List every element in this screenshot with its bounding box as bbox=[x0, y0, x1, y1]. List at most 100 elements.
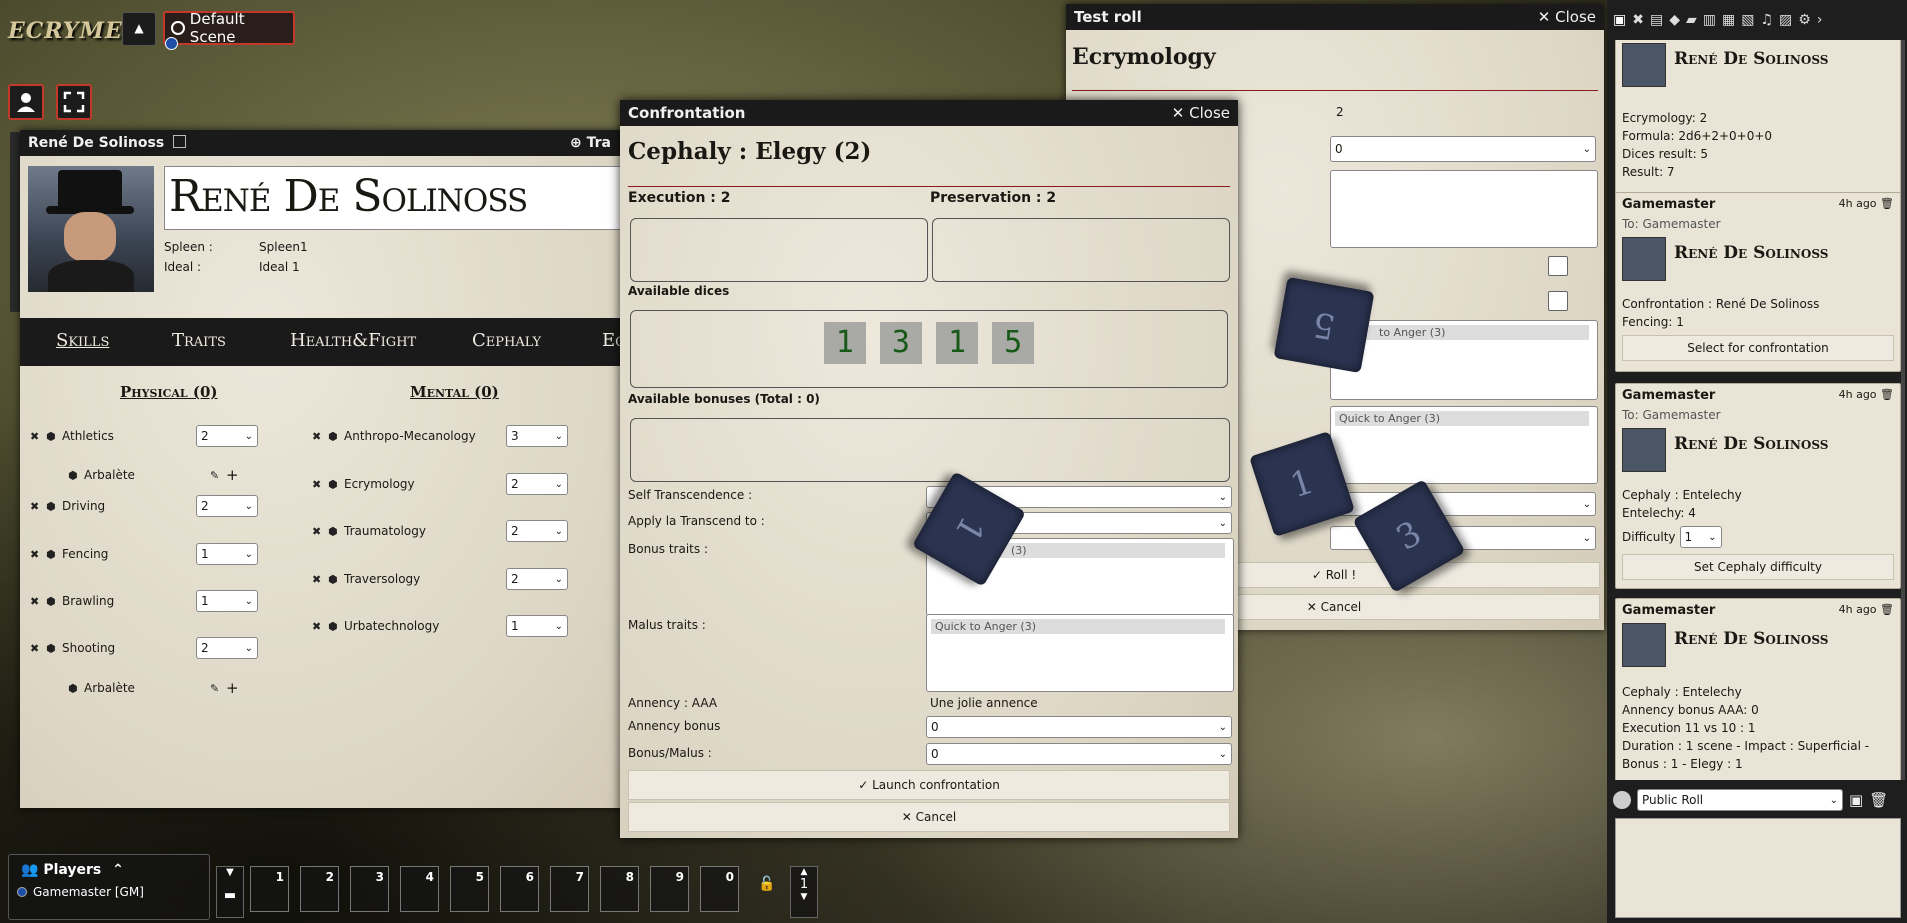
delete-skill-icon[interactable]: ✖ bbox=[30, 430, 46, 443]
roll-dice-icon[interactable]: ⬢ bbox=[328, 525, 344, 538]
roll-dice-icon[interactable]: ⬢ bbox=[328, 573, 344, 586]
sheet-window-header[interactable]: René De Solinoss ⊕ Tra bbox=[20, 130, 630, 156]
skill-level-select[interactable]: 2 ⌄ bbox=[506, 568, 568, 590]
dice-chip[interactable]: 5 bbox=[992, 322, 1035, 364]
macro-slot[interactable]: 9 bbox=[650, 866, 689, 912]
skill-name[interactable]: Urbatechnology bbox=[344, 619, 506, 633]
actors-icon[interactable]: ◆ bbox=[1669, 12, 1680, 28]
skill-name[interactable]: Anthropo-Mecanology bbox=[344, 429, 506, 443]
add-icon[interactable]: + bbox=[226, 466, 239, 484]
items-icon[interactable]: ▰ bbox=[1686, 12, 1697, 28]
roll-dice-icon[interactable]: ⬢ bbox=[68, 682, 84, 695]
launch-confrontation-button[interactable]: ✓ Launch confrontation bbox=[628, 770, 1230, 800]
delete-skill-icon[interactable]: ✖ bbox=[312, 573, 328, 586]
roll-dice-icon[interactable]: ⬢ bbox=[328, 620, 344, 633]
skill-name[interactable]: Shooting bbox=[62, 641, 196, 655]
skill-level-select[interactable]: 2 ⌄ bbox=[506, 473, 568, 495]
trash-icon[interactable]: 🗑 bbox=[1880, 388, 1894, 401]
character-name-field[interactable]: René De Solinoss bbox=[164, 166, 630, 230]
dice-icon[interactable] bbox=[1613, 791, 1631, 809]
roll-dice-icon[interactable]: ⬢ bbox=[46, 500, 62, 513]
set-cephaly-difficulty-button[interactable]: Set Cephaly difficulty bbox=[1622, 554, 1894, 580]
roll-dice-icon[interactable]: ⬢ bbox=[46, 595, 62, 608]
skill-level-select[interactable]: 1 ⌄ bbox=[506, 615, 568, 637]
tab-skills[interactable]: Skills bbox=[56, 330, 109, 351]
delete-skill-icon[interactable]: ✖ bbox=[30, 548, 46, 561]
macro-slot[interactable]: 2 bbox=[300, 866, 339, 912]
cards-icon[interactable]: ▧ bbox=[1741, 12, 1754, 28]
skill-level-select[interactable]: 1 ⌄ bbox=[196, 590, 258, 612]
select-for-confrontation-button[interactable]: Select for confrontation bbox=[1622, 335, 1894, 361]
roll-dice-icon[interactable]: ⬢ bbox=[46, 642, 62, 655]
toggle-navigation-button[interactable]: ▲ bbox=[122, 12, 156, 46]
id-card-icon[interactable] bbox=[173, 135, 187, 148]
trait-option[interactable]: Quick to Anger (3) bbox=[1335, 411, 1589, 426]
skill-name[interactable]: Driving bbox=[62, 499, 196, 513]
skill-level-select[interactable]: 2 ⌄ bbox=[196, 425, 258, 447]
skill-level-select[interactable]: 3 ⌄ bbox=[506, 425, 568, 447]
tab-cephaly[interactable]: Cephaly bbox=[472, 330, 541, 351]
tables-icon[interactable]: ▦ bbox=[1722, 12, 1735, 28]
test-roll-header[interactable]: Test roll ✕ Close bbox=[1066, 4, 1604, 30]
ideal-value[interactable]: Ideal 1 bbox=[259, 260, 300, 274]
delete-skill-icon[interactable]: ✖ bbox=[312, 478, 328, 491]
macro-slot[interactable]: 5 bbox=[450, 866, 489, 912]
skill-name[interactable]: Brawling bbox=[62, 594, 196, 608]
preservation-dropzone[interactable] bbox=[932, 218, 1230, 282]
option-checkbox[interactable] bbox=[1548, 256, 1568, 276]
players-header[interactable]: 👥 Players ⌃ bbox=[9, 855, 209, 885]
delete-skill-icon[interactable]: ✖ bbox=[30, 500, 46, 513]
trait-option[interactable]: to Anger (3) bbox=[1339, 325, 1589, 340]
confrontation-header[interactable]: Confrontation ✕ Close bbox=[620, 100, 1238, 126]
playlists-icon[interactable]: ♫ bbox=[1760, 12, 1773, 28]
dice-chip[interactable]: 1 bbox=[936, 322, 979, 364]
roll-dice-icon[interactable]: ⬢ bbox=[68, 469, 84, 482]
malus-traits-list[interactable]: Quick to Anger (3) bbox=[1330, 406, 1598, 484]
compendium-icon[interactable]: ▨ bbox=[1779, 12, 1792, 28]
bonus-traits-list[interactable]: to Anger (3) bbox=[1330, 320, 1598, 400]
chat-icon[interactable]: ▣ bbox=[1613, 12, 1626, 28]
skill-name[interactable]: Athletics bbox=[62, 429, 196, 443]
tab-traits[interactable]: Traits bbox=[172, 330, 226, 351]
specialty-name[interactable]: Arbalète bbox=[84, 468, 210, 482]
character-portrait[interactable] bbox=[28, 166, 154, 292]
macro-directory-toggle[interactable]: ▼ ▬ bbox=[216, 866, 244, 918]
fullscreen-button[interactable] bbox=[56, 84, 92, 120]
notes-textarea[interactable] bbox=[1330, 170, 1598, 248]
skill-name[interactable]: Traumatology bbox=[344, 524, 506, 538]
skill-level-select[interactable]: 2 ⌄ bbox=[196, 495, 258, 517]
skill-name[interactable]: Ecrymology bbox=[344, 477, 506, 491]
execution-dropzone[interactable] bbox=[630, 218, 928, 282]
combat-icon[interactable]: ✖ bbox=[1632, 12, 1644, 28]
skill-name[interactable]: Traversology bbox=[344, 572, 506, 586]
journal-icon[interactable]: ▥ bbox=[1703, 12, 1716, 28]
lock-hotbar-button[interactable]: 🔓 bbox=[758, 876, 775, 892]
skill-name[interactable]: Fencing bbox=[62, 547, 196, 561]
delete-skill-icon[interactable]: ✖ bbox=[30, 595, 46, 608]
trait-option[interactable]: Quick to Anger (3) bbox=[931, 619, 1225, 634]
delete-skill-icon[interactable]: ✖ bbox=[312, 525, 328, 538]
spleen-value[interactable]: Spleen1 bbox=[259, 240, 308, 254]
scenes-icon[interactable]: ▤ bbox=[1650, 12, 1663, 28]
macro-slot[interactable]: 8 bbox=[600, 866, 639, 912]
roll-dice-icon[interactable]: ⬢ bbox=[328, 478, 344, 491]
save-icon[interactable]: ▣ bbox=[1849, 791, 1863, 809]
skill-level-select[interactable]: 2 ⌄ bbox=[196, 637, 258, 659]
player-view-button[interactable] bbox=[8, 84, 44, 120]
skill-level-select[interactable]: 2 ⌄ bbox=[506, 520, 568, 542]
modifier-select[interactable]: 0 ⌄ bbox=[1330, 136, 1596, 162]
collapse-icon[interactable]: › bbox=[1817, 12, 1823, 28]
roll-dice-icon[interactable]: ⬢ bbox=[328, 430, 344, 443]
dice-chip[interactable]: 1 bbox=[823, 322, 866, 364]
bonus-malus-select[interactable]: 0 ⌄ bbox=[926, 743, 1232, 765]
scrollbar[interactable] bbox=[1901, 40, 1905, 780]
annency-bonus-select[interactable]: 0 ⌄ bbox=[926, 716, 1232, 738]
macro-slot[interactable]: 6 bbox=[500, 866, 539, 912]
close-button[interactable]: ✕ Close bbox=[1172, 100, 1230, 126]
edit-icon[interactable]: ✎ bbox=[210, 469, 226, 482]
add-icon[interactable]: + bbox=[226, 679, 239, 697]
option-checkbox[interactable] bbox=[1548, 291, 1568, 311]
roll-mode-select[interactable]: Public Roll ⌄ bbox=[1637, 789, 1843, 811]
delete-skill-icon[interactable]: ✖ bbox=[312, 620, 328, 633]
dice-chip[interactable]: 3 bbox=[879, 322, 922, 364]
